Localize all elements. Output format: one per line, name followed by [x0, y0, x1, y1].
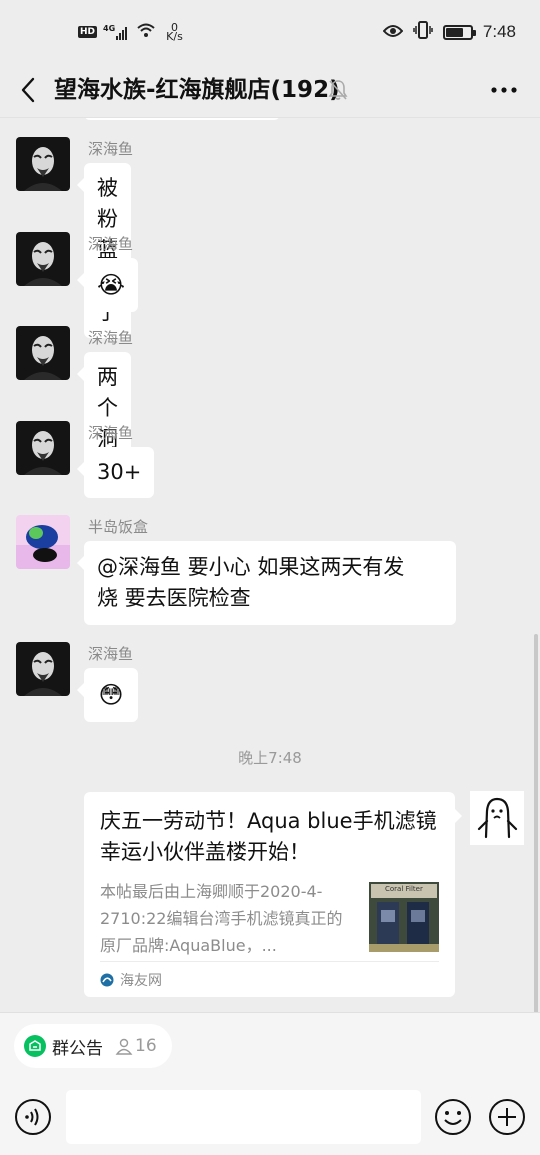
wifi-icon [136, 22, 156, 42]
avatar[interactable] [16, 642, 70, 696]
message-bubble[interactable]: @深海鱼 要小心 如果这两天有发 烧 要去医院检查 [77, 541, 456, 625]
message-bubble[interactable]: 😳 [77, 668, 138, 722]
person-icon [115, 1038, 133, 1055]
clock: 7:48 [482, 22, 516, 41]
more-functions-button[interactable] [488, 1098, 526, 1136]
net-speed-unit: K/s [166, 30, 183, 43]
chat-title: 望海水族-红海旗舰店(192) [54, 77, 340, 103]
more-button[interactable] [486, 76, 522, 104]
sender-name: 深海鱼 [88, 329, 134, 347]
chat-messages[interactable]: 深海鱼 被粉蓝打了 深海鱼 😭 深海鱼 两个洞 深海鱼 30+ 半岛饭盒 [0, 118, 540, 1012]
source-logo-icon [100, 973, 114, 986]
message-text-line: @深海鱼 要小心 如果这两天有发 [97, 555, 405, 579]
sender-name: 深海鱼 [88, 645, 134, 663]
back-arrow-icon [21, 77, 35, 103]
eye-icon [382, 23, 404, 42]
sender-name: 深海鱼 [88, 424, 134, 442]
plus-icon [489, 1099, 525, 1135]
sender-name: 半岛饭盒 [88, 518, 149, 536]
notice-count: 16 [115, 1036, 157, 1056]
status-left: HD 4G 0 K/s [78, 20, 183, 44]
status-bar: HD 4G 0 K/s 7:48 [0, 0, 540, 62]
link-card[interactable]: 庆五一劳动节！Aqua blue手机滤镜幸运小伙伴盖楼开始！ 本帖最后由上海卿顺… [84, 792, 462, 997]
more-icon [491, 87, 517, 93]
message-bubble[interactable]: 30+ [76, 447, 155, 498]
link-card-thumbnail: Coral Filter [369, 882, 439, 952]
network-type: 4G [103, 24, 116, 33]
previous-bubble-edge [84, 118, 280, 120]
voice-button[interactable] [14, 1098, 52, 1136]
link-card-source: 海友网 [100, 961, 439, 997]
avatar[interactable] [16, 137, 70, 191]
group-notice-button[interactable]: 群公告 16 [14, 1024, 172, 1068]
link-card-source-name: 海友网 [120, 972, 162, 989]
avatar[interactable] [16, 421, 70, 475]
crying-emoji-icon: 😭 [96, 271, 126, 299]
input-bar [0, 1078, 540, 1155]
avatar[interactable] [16, 515, 70, 569]
message-text-line: 烧 要去医院检查 [97, 586, 251, 610]
notice-label: 群公告 [52, 1038, 103, 1059]
link-card-title: 庆五一劳动节！Aqua blue手机滤镜幸运小伙伴盖楼开始！ [100, 809, 437, 864]
battery-icon [442, 24, 476, 40]
hd-badge: HD [78, 26, 98, 38]
smiley-icon [435, 1099, 471, 1135]
vibrate-icon [413, 21, 433, 43]
time-divider: 晚上7:48 [238, 749, 302, 767]
battery-fill [445, 27, 463, 37]
bell-muted-icon [328, 72, 352, 108]
emoji-button[interactable] [434, 1098, 472, 1136]
link-card-body: 本帖最后由上海卿顺于2020-4-2710:22编辑台湾手机滤镜真正的原厂品牌:… [100, 878, 439, 960]
avatar[interactable] [16, 326, 70, 380]
status-right: 7:48 [382, 20, 516, 44]
chat-header: 望海水族-红海旗舰店(192) [0, 62, 540, 118]
message-bubble[interactable]: 😭 [77, 258, 138, 312]
notice-count-value: 16 [135, 1036, 157, 1056]
avatar[interactable] [470, 791, 524, 845]
message-input[interactable] [66, 1090, 421, 1144]
thumb-label: Coral Filter [385, 885, 423, 893]
flushed-emoji-icon: 😳 [98, 681, 124, 709]
signal-icon: 4G [103, 24, 130, 40]
scrollbar[interactable] [534, 634, 538, 1012]
sender-name: 深海鱼 [88, 140, 134, 158]
net-speed: 0 K/s [166, 22, 183, 43]
voice-icon [15, 1099, 51, 1135]
back-button[interactable] [14, 72, 42, 108]
notice-bar: 群公告 16 [0, 1012, 540, 1078]
sender-name: 深海鱼 [88, 235, 134, 253]
link-card-description: 本帖最后由上海卿顺于2020-4-2710:22编辑台湾手机滤镜真正的原厂品牌:… [100, 882, 343, 955]
avatar[interactable] [16, 232, 70, 286]
notice-icon [24, 1035, 46, 1057]
